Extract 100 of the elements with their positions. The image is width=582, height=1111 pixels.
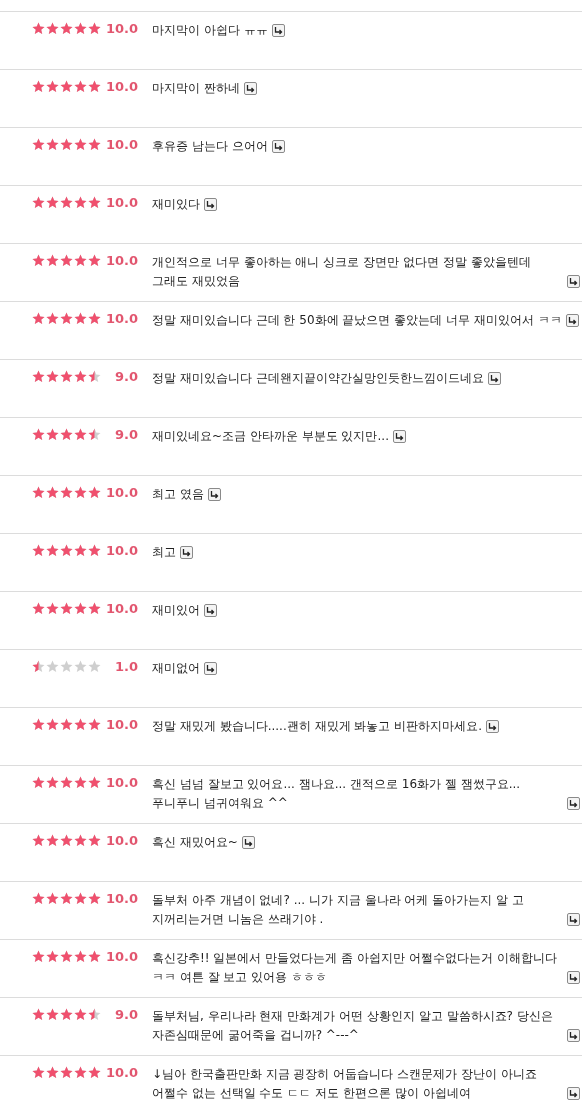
star-icon xyxy=(88,718,101,731)
star-icon xyxy=(32,776,45,789)
rating-score: 10.0 xyxy=(104,891,138,907)
star-icon xyxy=(88,776,101,789)
reply-icon[interactable] xyxy=(567,797,580,810)
star-icon xyxy=(74,950,87,963)
star-icon xyxy=(46,138,59,151)
star-icon xyxy=(88,312,101,325)
star-icon xyxy=(88,1008,101,1021)
rating-score: 10.0 xyxy=(104,21,138,37)
review-text: 흑신 재밌어요~ xyxy=(152,834,238,851)
star-icon xyxy=(60,950,73,963)
reply-icon[interactable] xyxy=(204,604,217,617)
star-icon xyxy=(46,1008,59,1021)
star-icon xyxy=(60,834,73,847)
star-icon xyxy=(88,544,101,557)
star-icon xyxy=(74,370,87,383)
star-icon xyxy=(32,196,45,209)
review-text: 정말 재밌게 봤습니다.....괜히 재밌게 봐놓고 비판하지마세요. xyxy=(152,718,482,735)
star-icon xyxy=(46,80,59,93)
rating-score: 10.0 xyxy=(104,137,138,153)
rating-score: 10.0 xyxy=(104,1065,138,1081)
star-icon xyxy=(74,1008,87,1021)
reply-icon[interactable] xyxy=(567,971,580,984)
review-text: 정말 재미있습니다 근데왠지끝이약간실망인듯한느낌이드네요 xyxy=(152,370,484,387)
reply-icon[interactable] xyxy=(241,836,255,849)
star-icon xyxy=(60,254,73,267)
review-text: 마지막이 아쉽다 ㅠㅠ xyxy=(152,22,268,39)
star-icon xyxy=(46,950,59,963)
review-text: 최고 였음 xyxy=(152,486,204,503)
star-icon xyxy=(74,602,87,615)
star-icon xyxy=(74,196,87,209)
star-icon xyxy=(74,1066,87,1079)
star-icon xyxy=(32,718,45,731)
star-icon xyxy=(46,428,59,441)
star-icon xyxy=(46,312,59,325)
star-icon xyxy=(46,892,59,905)
star-icon xyxy=(32,428,45,441)
star-icon xyxy=(46,486,59,499)
reply-icon[interactable] xyxy=(180,546,193,559)
review-text: 재미있어 xyxy=(152,602,200,619)
star-icon xyxy=(60,892,73,905)
review-text: 후유증 남는다 으어어 xyxy=(152,138,268,155)
rating-score: 10.0 xyxy=(104,195,138,211)
star-icon xyxy=(46,254,59,267)
rating-score: 9.0 xyxy=(113,369,138,385)
rating-score: 1.0 xyxy=(113,659,138,675)
review-text: 돌부처님, 우리나라 현재 만화계가 어떤 상황인지 알고 말씀하시죠? 당신은 자존심때문에 굶어죽을 겁니까? ^---^ xyxy=(152,1008,554,1044)
review-text: 흑신강추!! 일본에서 만들었다는게 좀 아쉽지만 어쩔수없다는거 이해합니다 ㅋㅋ 여튼 잘 보고 있어용 ㅎㅎㅎ xyxy=(152,950,558,986)
reply-icon[interactable] xyxy=(567,1087,580,1100)
star-icon xyxy=(32,660,45,673)
reply-icon[interactable] xyxy=(485,720,499,733)
star-icon xyxy=(46,1066,59,1079)
star-icon xyxy=(60,428,73,441)
star-icon xyxy=(32,312,45,325)
review-text: 재미있다 xyxy=(152,196,200,213)
star-icon xyxy=(88,196,101,209)
star-icon xyxy=(88,254,101,267)
star-icon xyxy=(74,544,87,557)
star-icon xyxy=(60,486,73,499)
star-icon xyxy=(32,254,45,267)
rating-score: 10.0 xyxy=(104,717,138,733)
star-icon xyxy=(32,80,45,93)
reply-icon[interactable] xyxy=(565,314,579,327)
star-icon xyxy=(46,196,59,209)
review-text: 마지막이 짠하네 xyxy=(152,80,240,97)
star-icon xyxy=(88,1066,101,1079)
reply-icon[interactable] xyxy=(567,913,580,926)
reply-icon[interactable] xyxy=(243,82,257,95)
star-icon xyxy=(32,892,45,905)
star-icon xyxy=(46,718,59,731)
star-icon xyxy=(46,660,59,673)
reply-icon[interactable] xyxy=(567,1029,580,1042)
star-icon xyxy=(60,602,73,615)
star-icon xyxy=(32,138,45,151)
star-icon xyxy=(60,22,73,35)
rating-score: 10.0 xyxy=(104,543,138,559)
star-icon xyxy=(88,370,101,383)
star-icon xyxy=(60,544,73,557)
rating-score: 10.0 xyxy=(104,949,138,965)
reply-icon[interactable] xyxy=(271,140,285,153)
star-icon xyxy=(74,718,87,731)
rating-score: 9.0 xyxy=(113,427,138,443)
star-icon xyxy=(60,660,73,673)
reply-icon[interactable] xyxy=(487,372,501,385)
star-icon xyxy=(88,950,101,963)
reply-icon[interactable] xyxy=(567,275,580,288)
review-text: ↓님아 한국출판만화 지금 굉장히 어둡습니다 스캔문제가 장난이 아니죠 어쩔수 없는 선택일 수도 ㄷㄷ 저도 한편으론 많이 아쉽네여 xyxy=(152,1066,538,1102)
reply-icon[interactable] xyxy=(204,198,217,211)
reply-icon[interactable] xyxy=(204,662,217,675)
reply-icon[interactable] xyxy=(207,488,221,501)
reply-icon[interactable] xyxy=(271,24,285,37)
star-icon xyxy=(46,776,59,789)
review-text: 개인적으로 너무 좋아하는 애니 싱크로 장면만 없다면 정말 좋았을텐데 그래도 재밌었음 xyxy=(152,254,532,290)
star-icon xyxy=(74,138,87,151)
rating-score: 10.0 xyxy=(104,601,138,617)
star-icon xyxy=(32,602,45,615)
rating-score: 9.0 xyxy=(113,1007,138,1023)
reply-icon[interactable] xyxy=(392,430,406,443)
star-icon xyxy=(32,1066,45,1079)
